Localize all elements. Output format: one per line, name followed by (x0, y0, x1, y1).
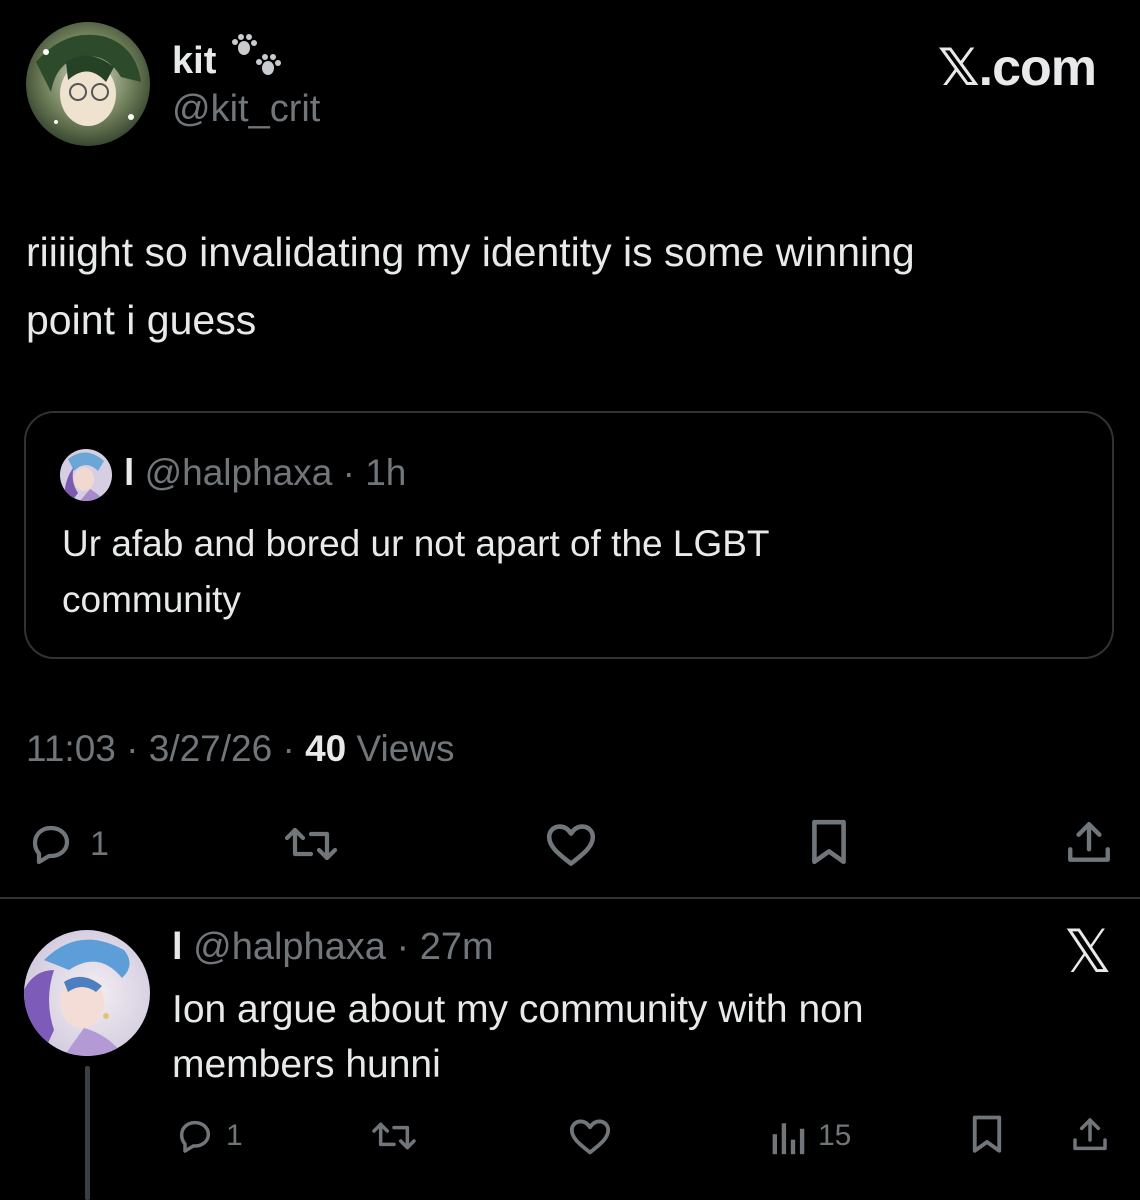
reply-text: Ion argue about my community with non me… (172, 982, 1072, 1092)
author-avatar[interactable] (26, 22, 150, 146)
x-logo-icon[interactable]: 𝕏 (1064, 922, 1112, 982)
author-handle[interactable]: @kit_crit (172, 88, 320, 131)
reply-author-handle[interactable]: @halphaxa (193, 926, 386, 968)
reply-author-name[interactable]: l (172, 926, 183, 968)
quoted-tweet-header: l @halphaxa · 1h (124, 452, 406, 494)
like-button[interactable] (544, 820, 598, 868)
quoted-tweet-time: 1h (365, 452, 407, 493)
quoted-text-line: community (62, 579, 241, 620)
reply-text-line: members hunni (172, 1043, 441, 1086)
reply-count: 1 (90, 824, 109, 863)
divider (0, 897, 1140, 899)
bookmark-icon (806, 818, 852, 868)
quoted-author-avatar[interactable] (60, 449, 112, 501)
views-label[interactable]: Views (357, 728, 455, 769)
separator-dot: · (396, 926, 410, 968)
reply-bookmark-button[interactable] (968, 1114, 1006, 1156)
reply-header: l @halphaxa · 27m (172, 926, 494, 969)
reply-time: 27m (419, 926, 494, 968)
author-display-name[interactable]: kit (172, 34, 284, 88)
reply-text-line: Ion argue about my community with non (172, 988, 864, 1031)
reply-icon (26, 820, 76, 868)
reply-author-avatar[interactable] (24, 930, 150, 1056)
heart-icon (544, 820, 598, 868)
tweet-date: 3/27/26 (148, 728, 273, 769)
reply-button[interactable]: 1 (26, 820, 109, 868)
bookmark-button[interactable] (806, 818, 852, 868)
views-chart-icon (770, 1116, 808, 1156)
retweet-button[interactable] (282, 820, 340, 868)
share-icon (1064, 818, 1114, 868)
reply-reply-button[interactable]: 1 (174, 1116, 243, 1156)
tweet-time: 11:03 (26, 728, 116, 769)
reply-share-button[interactable] (1070, 1114, 1110, 1156)
reply-icon (174, 1116, 216, 1156)
quoted-author-handle[interactable]: @halphaxa (145, 452, 333, 493)
retweet-icon (282, 820, 340, 868)
quoted-author-name[interactable]: l (124, 452, 134, 493)
thread-connector-line (85, 1066, 90, 1200)
reply-views-count: 15 (818, 1119, 852, 1152)
tweet-text-line: point i guess (26, 297, 257, 343)
tweet-text: riiiight so invalidating my identity is … (26, 218, 1106, 354)
tweet-meta: 11:03 · 3/27/26 · 40 Views (26, 728, 455, 770)
separator-dot: · (126, 728, 139, 769)
reply-reply-count: 1 (226, 1119, 243, 1152)
heart-icon (568, 1116, 612, 1156)
quoted-tweet-text: Ur afab and bored ur not apart of the LG… (62, 516, 1062, 628)
reply-views-button[interactable]: 15 (770, 1116, 851, 1156)
paw-prints-icon (230, 34, 284, 88)
author-name-text: kit (172, 39, 217, 82)
separator-dot: · (342, 452, 355, 493)
separator-dot: · (282, 728, 295, 769)
reply-retweet-button[interactable] (370, 1116, 418, 1156)
views-count[interactable]: 40 (305, 728, 346, 769)
tweet-text-line: riiiight so invalidating my identity is … (26, 229, 915, 275)
retweet-icon (370, 1116, 418, 1156)
share-icon (1070, 1114, 1110, 1156)
x-brand-logo: 𝕏.com (937, 39, 1097, 97)
reply-like-button[interactable] (568, 1116, 612, 1156)
bookmark-icon (968, 1114, 1006, 1156)
share-button[interactable] (1064, 818, 1114, 868)
quoted-text-line: Ur afab and bored ur not apart of the LG… (62, 523, 770, 564)
